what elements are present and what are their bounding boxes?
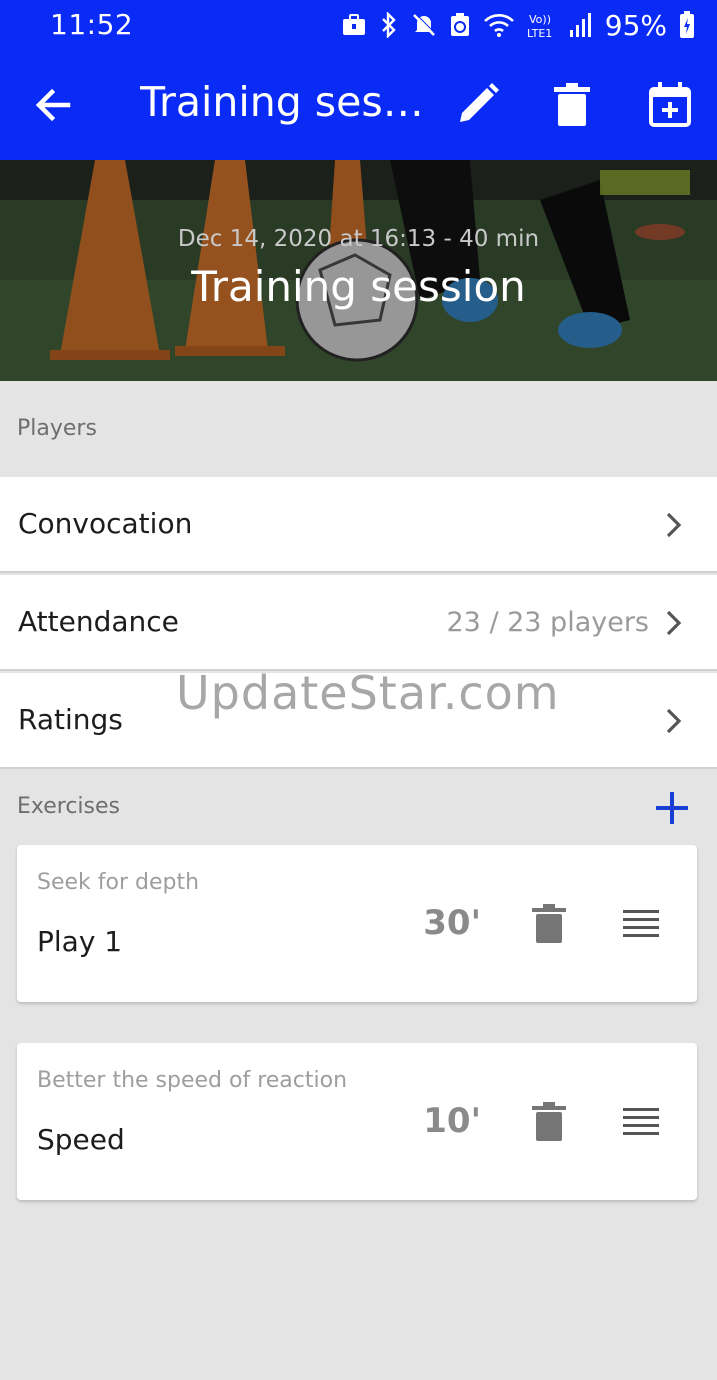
exercise-subtitle: Better the speed of reaction [37, 1068, 348, 1093]
back-arrow-icon[interactable] [30, 82, 76, 128]
hero-banner: Dec 14, 2020 at 16:13 - 40 min Training … [0, 160, 717, 381]
exercise-card[interactable]: Better the speed of reaction Speed 10' [17, 1043, 697, 1200]
session-title: Training session [191, 262, 526, 311]
app-bar-title: Training ses… [140, 78, 420, 126]
chevron-right-icon [666, 708, 682, 734]
players-section-label: Players [17, 416, 97, 441]
attendance-row[interactable]: Attendance 23 / 23 players [0, 575, 717, 671]
briefcase-icon [342, 14, 365, 35]
mute-icon [412, 13, 437, 36]
wifi-icon [483, 14, 514, 37]
delete-icon[interactable] [548, 80, 596, 128]
exercise-subtitle: Seek for depth [37, 870, 200, 895]
status-time: 11:52 [50, 8, 134, 41]
exercise-duration: 30' [423, 903, 481, 943]
trash-icon[interactable] [531, 903, 567, 943]
exercise-duration: 10' [423, 1101, 481, 1141]
bluetooth-icon [381, 12, 396, 38]
session-date: Dec 14, 2020 at 16:13 - 40 min [177, 226, 540, 252]
row-label: Convocation [18, 507, 193, 540]
watermark: UpdateStar.com [176, 666, 560, 720]
chevron-right-icon [666, 610, 682, 636]
exercise-name: Speed [37, 1123, 125, 1156]
signal-icon [569, 13, 591, 37]
chevron-right-icon [666, 512, 682, 538]
row-label: Attendance [18, 605, 179, 638]
plus-icon[interactable] [652, 788, 692, 828]
volte-icon: Vo))LTE1 [527, 13, 552, 39]
calendar-add-icon[interactable] [646, 80, 694, 128]
battery-icon [680, 11, 694, 38]
svg-text:Vo)): Vo)) [529, 13, 551, 26]
status-bar: 11:52 Vo)) LTE1 95% [0, 0, 717, 50]
battery-percent: 95% [604, 8, 667, 42]
drag-handle-icon[interactable] [621, 1105, 661, 1137]
drag-handle-icon[interactable] [621, 907, 661, 939]
recycle-icon [450, 13, 469, 36]
trash-icon[interactable] [531, 1101, 567, 1141]
row-label: Ratings [18, 703, 123, 736]
svg-text:LTE1: LTE1 [527, 27, 552, 39]
app-bar: Training ses… [0, 56, 717, 152]
status-icons: Vo)) LTE1 95% [341, 8, 695, 42]
top-bar: 11:52 Vo)) LTE1 95% Training ses… [0, 0, 717, 160]
exercise-name: Play 1 [37, 925, 123, 958]
convocation-row[interactable]: Convocation [0, 477, 717, 573]
exercises-section-label: Exercises [17, 794, 121, 819]
attendance-count: 23 / 23 players [446, 607, 650, 638]
edit-icon[interactable] [454, 80, 502, 128]
exercise-card[interactable]: Seek for depth Play 1 30' [17, 845, 697, 1002]
